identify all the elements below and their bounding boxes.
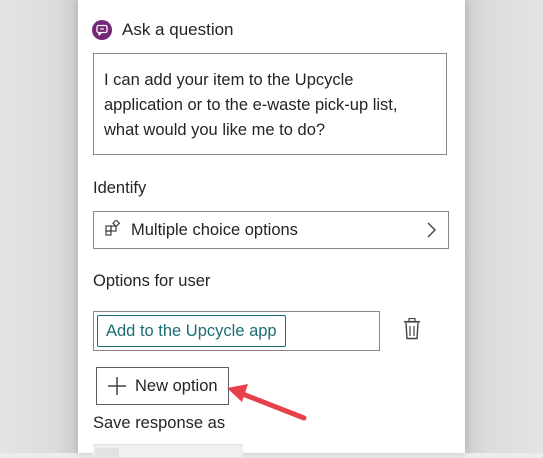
- options-label: Options for user: [93, 272, 211, 290]
- save-response-label: Save response as: [93, 414, 226, 432]
- question-node-card: Ask a question I can add your item to th…: [78, 0, 465, 458]
- chat-question-icon: [92, 20, 112, 40]
- shapes-icon: [105, 218, 121, 241]
- canvas-background-left: [0, 0, 78, 453]
- save-response-dropdown[interactable]: [93, 444, 243, 458]
- identify-dropdown[interactable]: Multiple choice options: [93, 211, 449, 249]
- identify-selected-value: Multiple choice options: [131, 220, 298, 239]
- option-input-field[interactable]: Add to the Upcycle app: [93, 311, 380, 351]
- question-text-field[interactable]: I can add your item to the Upcycle appli…: [93, 53, 447, 155]
- node-title: Ask a question: [122, 20, 234, 39]
- save-response-icon: [95, 448, 119, 458]
- option-value[interactable]: Add to the Upcycle app: [97, 315, 286, 347]
- identify-label: Identify: [93, 179, 147, 197]
- canvas-background-right: [465, 0, 543, 453]
- chevron-right-icon: [425, 221, 437, 244]
- plus-icon: [108, 377, 126, 395]
- trash-icon[interactable]: [403, 317, 421, 345]
- new-option-label: New option: [135, 376, 218, 395]
- node-header: Ask a question: [92, 18, 234, 42]
- new-option-button[interactable]: New option: [96, 367, 229, 405]
